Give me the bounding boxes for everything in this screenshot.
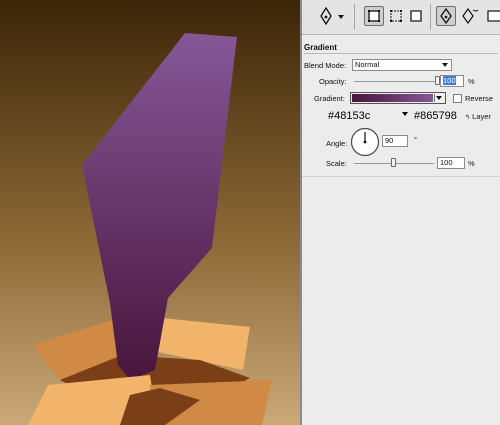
- gradient-start-color: #48153c: [328, 110, 371, 122]
- empty-panel-area: [302, 176, 500, 425]
- rectangle-icon[interactable]: [484, 6, 500, 26]
- gradient-picker[interactable]: [350, 92, 446, 104]
- opacity-value: 100: [443, 76, 456, 85]
- gradient-label: Gradient:: [314, 94, 345, 103]
- shape-layers-icon[interactable]: [364, 6, 384, 26]
- pen-icon[interactable]: [436, 6, 456, 26]
- chevron-down-icon[interactable]: [402, 112, 408, 116]
- align-layer-text: Layer: [472, 112, 491, 121]
- gradient-dropdown-icon[interactable]: [434, 94, 444, 102]
- pen-tool-icon[interactable]: [316, 6, 336, 26]
- blend-mode-select[interactable]: Normal: [352, 59, 452, 71]
- scale-slider-thumb[interactable]: [391, 158, 396, 167]
- toolbar-separator: [354, 4, 355, 30]
- align-layer-label: ↰ Layer: [465, 112, 491, 121]
- section-rule: [304, 53, 498, 54]
- artwork: [0, 0, 300, 425]
- scale-input[interactable]: 100: [437, 157, 465, 169]
- reverse-label: Reverse: [465, 94, 493, 103]
- canvas-area[interactable]: [0, 0, 300, 425]
- opacity-slider-track[interactable]: [354, 81, 438, 82]
- scale-value: 100: [440, 158, 453, 167]
- gradient-preview: [352, 94, 433, 102]
- freeform-pen-icon[interactable]: [460, 6, 480, 26]
- opacity-input[interactable]: 100: [440, 75, 464, 87]
- tool-options-bar: [302, 0, 500, 35]
- dropdown-arrow-icon[interactable]: [336, 6, 346, 26]
- blend-mode-value: Normal: [355, 60, 380, 69]
- scale-label: Scale:: [326, 159, 347, 168]
- paths-icon[interactable]: [386, 6, 406, 26]
- angle-value: 90: [385, 136, 394, 145]
- section-title: Gradient: [304, 43, 337, 52]
- opacity-unit: %: [468, 77, 475, 86]
- blend-mode-label: Blend Mode:: [304, 61, 347, 70]
- fill-pixels-icon[interactable]: [406, 6, 426, 26]
- angle-label: Angle:: [326, 139, 348, 148]
- scale-unit: %: [468, 159, 475, 168]
- angle-input[interactable]: 90: [382, 135, 408, 147]
- options-panel: Gradient Blend Mode: Normal Opacity: 100…: [302, 0, 500, 425]
- opacity-label: Opacity:: [319, 77, 347, 86]
- reverse-checkbox[interactable]: [453, 94, 462, 103]
- gradient-end-color: #865798: [414, 110, 457, 122]
- angle-dial[interactable]: [350, 127, 380, 157]
- chevron-down-icon: [442, 63, 448, 67]
- toolbar-separator: [430, 4, 431, 30]
- angle-unit: °: [414, 135, 417, 144]
